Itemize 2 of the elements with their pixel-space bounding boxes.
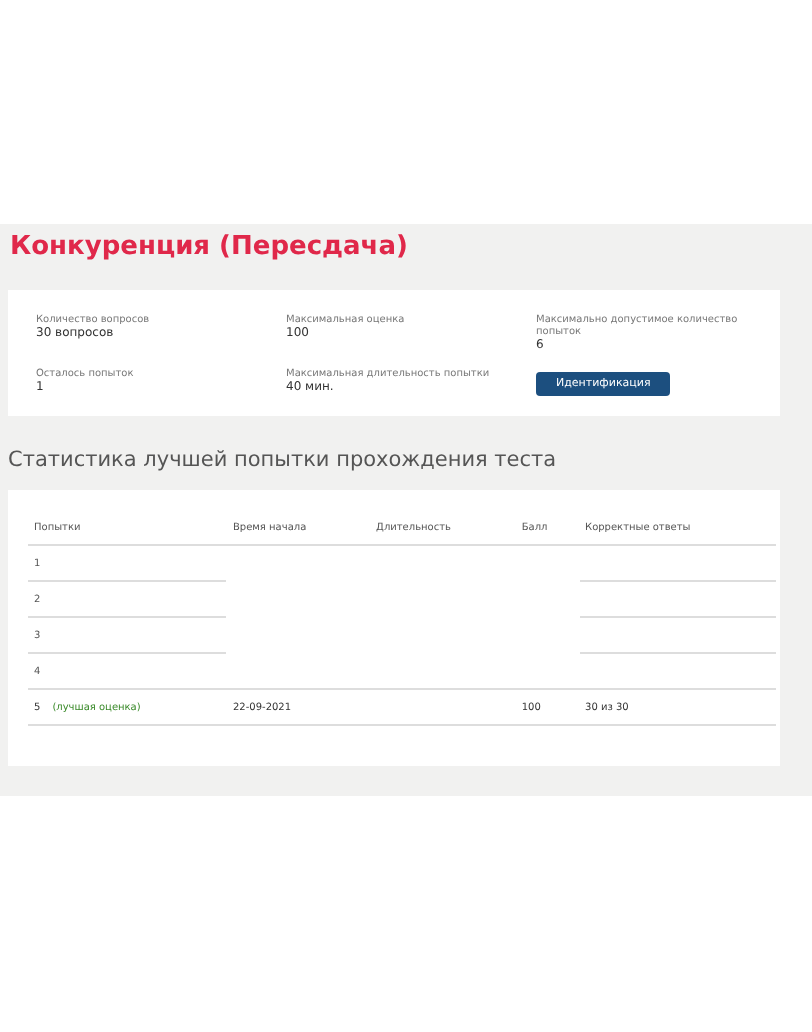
section-title: Статистика лучшей попытки прохождения теста bbox=[8, 448, 559, 472]
page-title: Конкуренция (Пересдача) bbox=[10, 232, 410, 262]
